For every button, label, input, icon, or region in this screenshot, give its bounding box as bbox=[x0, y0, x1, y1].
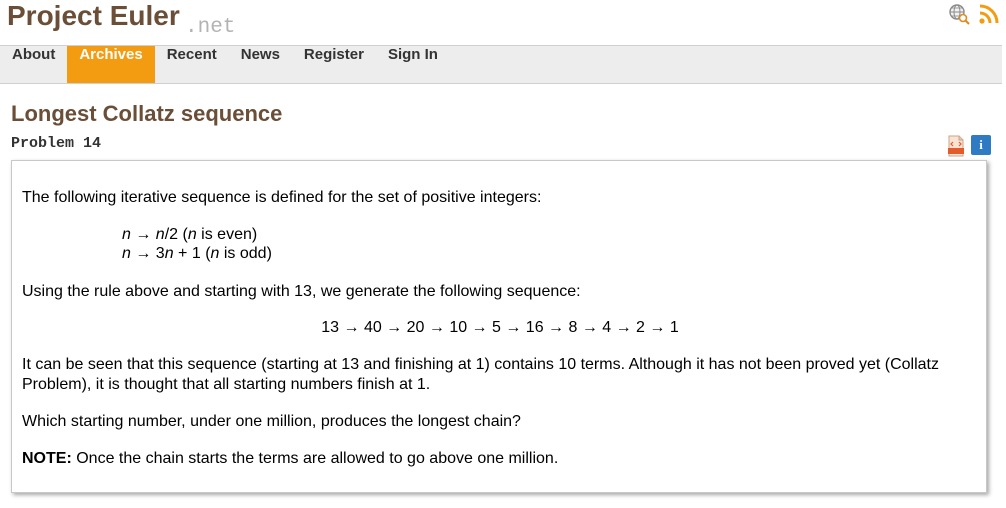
page-title: Longest Collatz sequence bbox=[11, 101, 283, 126]
seen-text-line2: Problem), it is thought that all startin… bbox=[22, 376, 431, 393]
note-body: Once the chain starts the terms are allo… bbox=[71, 450, 559, 467]
nav-about[interactable]: About bbox=[0, 46, 67, 83]
rule-odd-a: n bbox=[122, 245, 131, 262]
nav-register[interactable]: Register bbox=[292, 46, 376, 83]
question-text: Which starting number, under one million… bbox=[22, 413, 521, 430]
note-label: NOTE: bbox=[22, 450, 72, 467]
note-text: NOTE: Once the chain starts the terms ar… bbox=[22, 449, 558, 468]
rule-even-b: → bbox=[130, 226, 156, 243]
logo-net: .net bbox=[185, 16, 236, 39]
rule-even-d: /2 ( bbox=[164, 226, 188, 243]
main-nav: About Archives Recent News Register Sign… bbox=[0, 45, 1002, 84]
problem-content: The following iterative sequence is defi… bbox=[11, 160, 987, 493]
nav-news[interactable]: News bbox=[229, 46, 292, 83]
logo-title: Project Euler bbox=[7, 0, 180, 31]
rule-even-e: n bbox=[187, 226, 197, 243]
globe-search-icon[interactable] bbox=[948, 3, 970, 25]
header-icons bbox=[948, 3, 1000, 25]
rule-odd-c: n bbox=[164, 245, 174, 262]
html-file-icon[interactable] bbox=[946, 135, 966, 157]
rule-odd-b: → 3 bbox=[130, 245, 165, 262]
rule-even: n → n/2 (n is even) bbox=[122, 225, 257, 244]
rule-odd: n → 3n + 1 (n is odd) bbox=[122, 244, 272, 263]
seen-text-line1: It can be seen that this sequence (start… bbox=[22, 356, 939, 373]
rule-even-a: n bbox=[122, 226, 131, 243]
problem-number: Problem 14 bbox=[11, 135, 102, 152]
rule-even-c: n bbox=[155, 226, 165, 243]
rss-icon[interactable] bbox=[978, 3, 1000, 25]
using-text: Using the rule above and starting with 1… bbox=[22, 283, 581, 300]
nav-recent[interactable]: Recent bbox=[155, 46, 229, 83]
rule-odd-d: + 1 ( bbox=[173, 245, 211, 262]
example-sequence: 13 → 40 → 20 → 10 → 5 → 16 → 8 → 4 → 2 →… bbox=[321, 319, 679, 336]
rule-even-f: is even) bbox=[196, 226, 258, 243]
rule-odd-f: is odd) bbox=[219, 245, 272, 262]
info-icon[interactable]: i bbox=[971, 135, 991, 155]
nav-archives[interactable]: Archives bbox=[67, 46, 155, 83]
nav-sign-in[interactable]: Sign In bbox=[376, 46, 450, 83]
intro-text: The following iterative sequence is defi… bbox=[22, 189, 542, 206]
